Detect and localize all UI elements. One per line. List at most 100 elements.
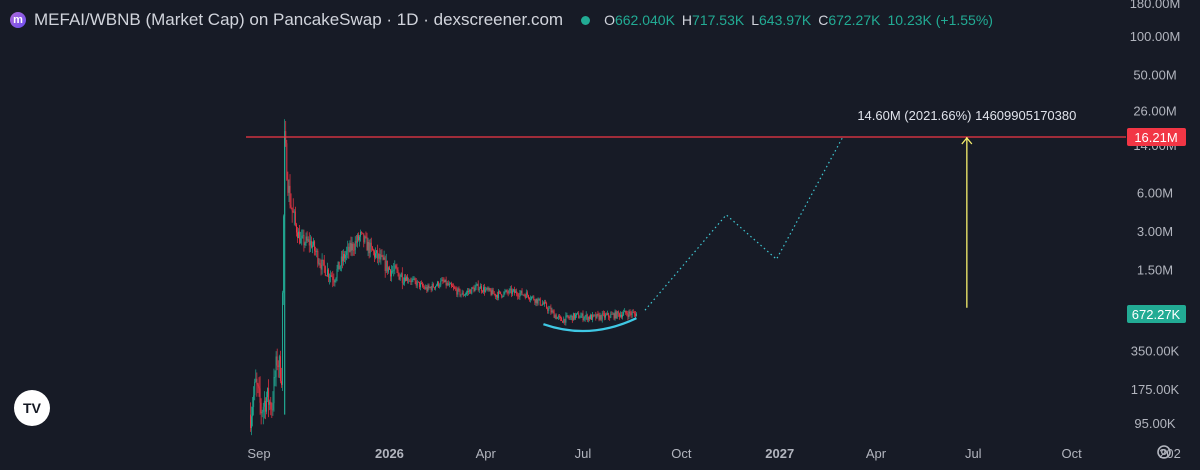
candle-body	[510, 288, 512, 294]
candle-body	[290, 205, 292, 208]
candle-body	[494, 293, 496, 297]
candle-body	[302, 234, 304, 236]
candle-body	[561, 317, 563, 321]
candle-body	[377, 250, 379, 259]
candle-body	[607, 313, 609, 315]
projection-path[interactable]	[644, 136, 844, 311]
candle-body	[409, 280, 411, 282]
chart-canvas[interactable]: 14.60M (2021.66%) 14609905170380 180.00M…	[0, 0, 1200, 470]
candle-body	[321, 259, 323, 270]
high-label: H	[681, 12, 693, 28]
x-tick-label: Jul	[965, 446, 982, 461]
candle-body	[536, 298, 538, 304]
candle-body	[271, 409, 273, 411]
candle-body	[608, 313, 610, 317]
candle-body	[617, 311, 619, 314]
chart-title[interactable]: MEFAI/WBNB (Market Cap) on PancakeSwap ·…	[34, 10, 563, 30]
candle-body	[272, 403, 274, 410]
candle-body	[421, 283, 422, 285]
candle-body	[593, 314, 595, 316]
candle-body	[299, 231, 301, 244]
candle-body	[344, 254, 345, 259]
candle-body	[544, 302, 545, 305]
candle-body	[634, 313, 636, 317]
candle-body	[325, 275, 327, 277]
candle-body	[619, 314, 621, 317]
candle-body	[622, 314, 623, 318]
candle-body	[545, 302, 547, 304]
candle-body	[314, 241, 316, 251]
x-axis[interactable]: Sep 2026 Apr Jul Oct 2027 Apr Jul Oct 202	[247, 446, 1180, 461]
candle-body	[586, 314, 588, 321]
candle-body	[551, 310, 553, 313]
candle-body	[391, 270, 393, 277]
candle-body	[521, 290, 523, 295]
candle-body	[257, 384, 259, 387]
candle-body	[378, 253, 380, 259]
candle-body	[416, 281, 418, 286]
chart-header: m MEFAI/WBNB (Market Cap) on PancakeSwap…	[10, 9, 993, 31]
x-tick-label: Oct	[671, 446, 692, 461]
candle-body	[329, 276, 331, 278]
candle-body	[601, 313, 603, 320]
close-value: 672.27K	[828, 12, 881, 28]
candle-body	[569, 316, 571, 319]
candle-body	[460, 294, 462, 296]
candle-body	[505, 290, 507, 292]
candle-body	[323, 260, 325, 267]
candle-body	[508, 289, 510, 294]
candle-body	[312, 245, 313, 248]
candle-body	[310, 241, 312, 248]
candle-body	[354, 241, 356, 251]
candle-body	[571, 315, 573, 321]
candle-body	[546, 303, 548, 309]
candle-body	[631, 312, 633, 315]
candle-body	[472, 287, 474, 289]
candle-body	[577, 313, 579, 315]
candle-body	[405, 277, 406, 281]
candle-body	[568, 317, 570, 319]
candle-body	[606, 314, 607, 316]
y-axis[interactable]: 180.00M100.00M50.00M26.00M14.00M6.00M3.0…	[1127, 0, 1186, 431]
candle-body	[309, 241, 311, 246]
tradingview-logo-icon[interactable]: TV	[14, 390, 50, 426]
candle-body	[548, 308, 550, 311]
candle-body	[563, 318, 565, 323]
candle-body	[333, 280, 335, 283]
candle-body	[539, 298, 541, 305]
candle-body	[453, 286, 455, 288]
candle-body	[436, 285, 437, 287]
y-tick-label: 50.00M	[1133, 67, 1176, 82]
measure-label: 14.60M (2021.66%) 14609905170380	[857, 108, 1076, 123]
candle-body	[467, 291, 468, 293]
candle-body	[372, 250, 374, 252]
candle-body	[297, 232, 298, 239]
candle-body	[427, 285, 429, 291]
candle-body	[470, 289, 472, 294]
candle-body	[509, 288, 511, 290]
candle-body	[599, 315, 601, 320]
candle-body	[532, 296, 534, 298]
candle-body	[555, 315, 557, 319]
candle-body	[495, 295, 497, 297]
candle-body	[326, 269, 328, 276]
candle-body	[381, 255, 383, 257]
candle-body	[251, 416, 252, 428]
candle-body	[535, 298, 537, 303]
high-value: 717.53K	[692, 12, 745, 28]
candle-body	[475, 285, 477, 288]
candle-body	[542, 303, 544, 305]
candle-body	[339, 265, 341, 270]
candle-body	[626, 313, 628, 315]
candle-body	[423, 286, 425, 288]
candle-body	[595, 314, 597, 319]
candle-body	[276, 356, 278, 366]
candle-body	[269, 401, 271, 405]
cup-annotation-curve[interactable]	[543, 317, 637, 333]
candle-body	[256, 378, 258, 385]
candle-body	[616, 311, 618, 319]
candle-body	[525, 292, 527, 298]
candle-body	[264, 400, 266, 412]
candle-body	[534, 299, 536, 303]
candle-body	[449, 283, 451, 285]
